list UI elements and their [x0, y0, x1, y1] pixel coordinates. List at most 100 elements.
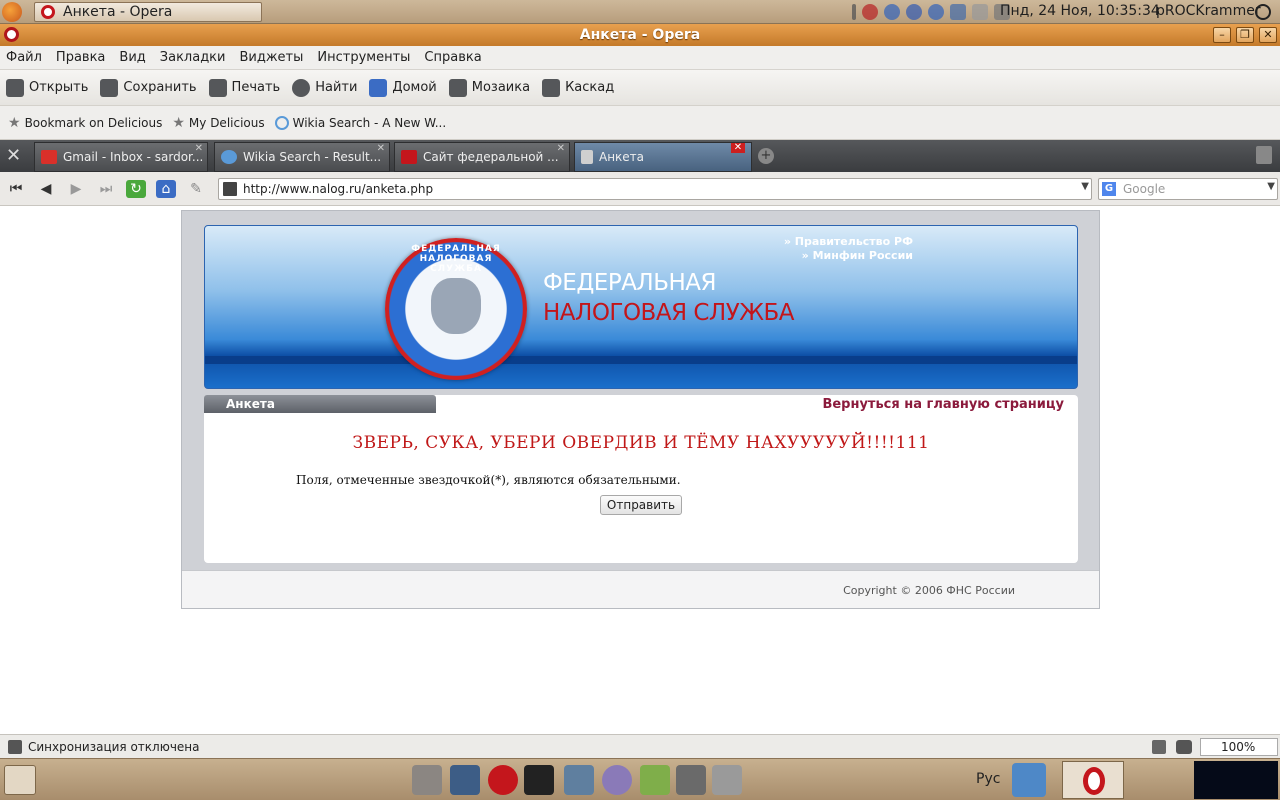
zoom-control[interactable]: 100% — [1200, 738, 1278, 756]
ubuntu-menu-icon[interactable] — [2, 2, 22, 22]
home-nav-button[interactable]: ⌂ — [156, 180, 176, 198]
find-button[interactable]: Найти — [292, 78, 357, 97]
open-label: Открыть — [29, 80, 89, 95]
bookmark-wikia[interactable]: Wikia Search - A New W... — [274, 115, 446, 130]
mosaic-label: Мозаика — [471, 80, 531, 95]
forward-button[interactable]: ▶ — [66, 180, 86, 198]
chevron-down-icon[interactable]: ▼ — [1081, 181, 1089, 192]
reload-button[interactable]: ↻ — [126, 180, 146, 198]
home-icon — [369, 78, 388, 97]
section-tab: Анкета — [204, 395, 436, 413]
opera-launcher-icon[interactable] — [488, 765, 518, 795]
close-tab-icon[interactable]: ✕ — [731, 143, 745, 153]
tab-gmail[interactable]: Gmail - Inbox - sardor... ✕ — [34, 142, 208, 172]
minimize-button[interactable]: – — [1213, 27, 1231, 43]
back-button[interactable]: ◀ — [36, 180, 56, 198]
terminal-launcher-icon[interactable] — [524, 765, 554, 795]
bluetooth-icon[interactable] — [928, 4, 944, 20]
chevron-down-icon[interactable]: ▼ — [1267, 181, 1275, 192]
bookmark-delicious[interactable]: ★ Bookmark on Delicious — [8, 115, 162, 131]
panel-toggle-icon[interactable]: ✕ — [6, 146, 21, 166]
site-title-line1: ФЕДЕРАЛЬНАЯ — [543, 270, 717, 296]
open-button[interactable]: Открыть — [6, 78, 89, 97]
monitor-launcher-icon[interactable] — [676, 765, 706, 795]
content-panel: Анкета Вернуться на главную страницу ЗВЕ… — [204, 395, 1078, 563]
menu-view[interactable]: Вид — [119, 50, 145, 65]
menu-widgets[interactable]: Виджеты — [239, 50, 303, 65]
status-bar: Синхронизация отключена 100% — [0, 734, 1280, 758]
home-label: Домой — [392, 80, 437, 95]
home-folder-launcher-icon[interactable] — [412, 765, 442, 795]
opera-window-icon[interactable] — [4, 27, 19, 42]
menu-bar: Файл Правка Вид Закладки Виджеты Инструм… — [0, 46, 1280, 70]
turbo-icon[interactable] — [1152, 740, 1166, 754]
users-launcher-icon[interactable] — [450, 765, 480, 795]
close-tab-icon[interactable]: ✕ — [377, 143, 385, 154]
opera-task-button[interactable] — [1062, 761, 1124, 799]
back-to-home-link[interactable]: Вернуться на главную страницу — [822, 397, 1064, 412]
sync-icon[interactable] — [8, 740, 22, 754]
user-name[interactable]: pROCKrammer — [1156, 3, 1261, 19]
address-text[interactable]: http://www.nalog.ru/anketa.php — [243, 182, 433, 196]
bookmark-my-delicious[interactable]: ★ My Delicious — [172, 115, 264, 131]
fast-forward-button[interactable]: ⏭ — [96, 180, 116, 198]
link-government[interactable]: » Правительство РФ — [784, 235, 913, 248]
print-button[interactable]: Печать — [208, 78, 281, 97]
search-field[interactable]: G Google ▼ — [1098, 178, 1278, 200]
menu-file[interactable]: Файл — [6, 50, 42, 65]
keyboard-launcher-icon[interactable] — [712, 765, 742, 795]
show-desktop-button[interactable] — [4, 765, 36, 795]
tab-fns-site[interactable]: Сайт федеральной ... ✕ — [394, 142, 570, 172]
home-button[interactable]: Домой — [369, 78, 437, 97]
tab-bar: ✕ Gmail - Inbox - sardor... ✕ Wikia Sear… — [0, 140, 1280, 172]
system-tray — [852, 4, 1010, 20]
status-text: Синхронизация отключена — [28, 740, 200, 754]
network-icon[interactable] — [950, 4, 966, 20]
tray-circle-icon[interactable] — [906, 4, 922, 20]
closed-tabs-trash-icon[interactable] — [1256, 146, 1272, 164]
rewind-button[interactable]: ⏮ — [6, 180, 26, 198]
camera-icon[interactable] — [1176, 740, 1192, 754]
print-label: Печать — [231, 80, 281, 95]
star-icon: ★ — [8, 114, 21, 131]
maximize-button[interactable]: ❐ — [1236, 27, 1254, 43]
computer-launcher-icon[interactable] — [564, 765, 594, 795]
address-field[interactable]: http://www.nalog.ru/anketa.php ▼ — [218, 178, 1092, 200]
system-monitor-graph[interactable] — [1194, 761, 1278, 799]
gecko-launcher-icon[interactable] — [640, 765, 670, 795]
power-icon[interactable] — [1255, 4, 1271, 20]
opera-tray-icon[interactable] — [862, 4, 878, 20]
new-tab-button[interactable]: + — [758, 148, 774, 164]
tab-anketa[interactable]: Анкета ✕ — [574, 142, 752, 172]
tab-label: Сайт федеральной ... — [423, 150, 559, 164]
cascade-button[interactable]: Каскад — [542, 78, 614, 97]
menu-bookmarks[interactable]: Закладки — [160, 50, 226, 65]
site-frame: ФЕДЕРАЛЬНАЯ НАЛОГОВАЯ СЛУЖБА ФЕДЕРАЛЬНАЯ… — [181, 210, 1100, 609]
pidgin-launcher-icon[interactable] — [602, 765, 632, 795]
clock[interactable]: Пнд, 24 Ноя, 10:35:34 — [1000, 3, 1160, 19]
printer-icon — [208, 78, 227, 97]
tab-wikia[interactable]: Wikia Search - Result... ✕ — [214, 142, 390, 172]
taskbar-window-title: Анкета - Opera — [63, 4, 173, 20]
eye-tray-icon[interactable] — [884, 4, 900, 20]
window-titlebar[interactable]: Анкета - Opera – ❐ ✕ — [0, 24, 1280, 46]
edit-icon[interactable]: ✎ — [186, 180, 206, 198]
trash-icon[interactable] — [1012, 763, 1046, 797]
save-icon — [100, 78, 119, 97]
keyboard-layout[interactable]: Рус — [976, 771, 1000, 787]
page-icon — [581, 150, 593, 164]
keyboard-icon[interactable] — [972, 4, 988, 20]
menu-edit[interactable]: Правка — [56, 50, 105, 65]
menu-help[interactable]: Справка — [424, 50, 481, 65]
submit-button[interactable]: Отправить — [600, 495, 682, 515]
mosaic-button[interactable]: Мозаика — [448, 78, 531, 97]
close-window-button[interactable]: ✕ — [1259, 27, 1277, 43]
taskbar-window-button[interactable]: Анкета - Opera — [34, 2, 262, 22]
link-minfin[interactable]: » Минфин России — [802, 249, 913, 262]
menu-tools[interactable]: Инструменты — [317, 50, 410, 65]
close-tab-icon[interactable]: ✕ — [557, 143, 565, 154]
close-tab-icon[interactable]: ✕ — [195, 143, 203, 154]
top-panel: Анкета - Opera Пнд, 24 Ноя, 10:35:34 pRO… — [0, 0, 1280, 24]
save-button[interactable]: Сохранить — [100, 78, 197, 97]
fns-emblem[interactable]: ФЕДЕРАЛЬНАЯ НАЛОГОВАЯ СЛУЖБА — [385, 238, 527, 380]
